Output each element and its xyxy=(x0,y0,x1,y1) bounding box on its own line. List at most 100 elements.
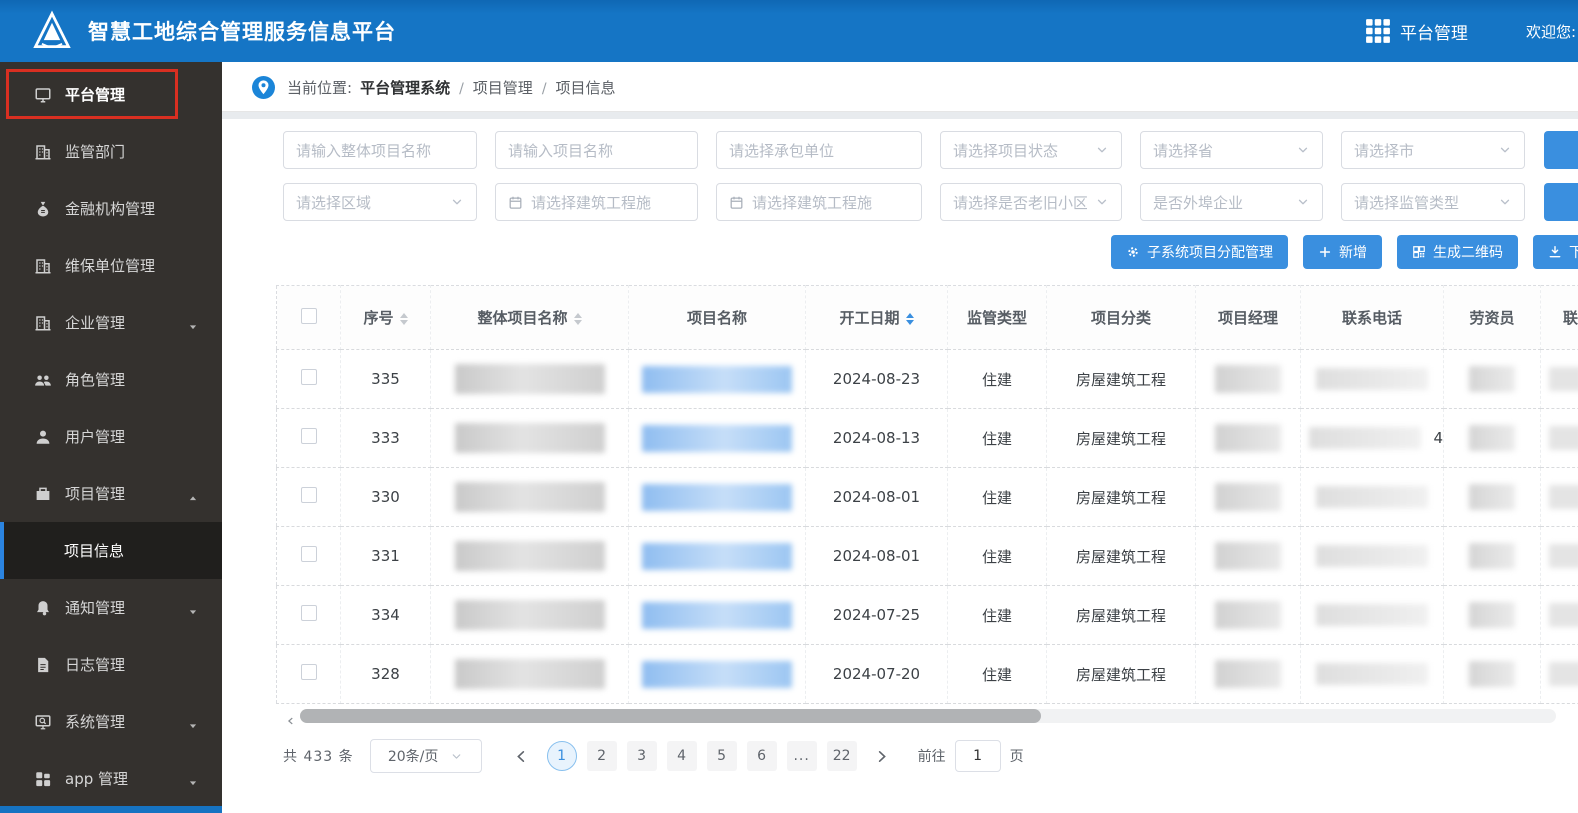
filter-placeholder: 请选择市 xyxy=(1354,141,1415,160)
sidebar-item-label: app 管理 xyxy=(65,770,129,788)
sort-carets-icon[interactable] xyxy=(399,312,408,325)
redacted-project-name-link[interactable] xyxy=(642,365,792,393)
redacted-project-name-link[interactable] xyxy=(642,660,792,688)
filter-overall-project-name[interactable]: 请输入整体项目名称 xyxy=(283,131,477,169)
truncated-cell xyxy=(1540,644,1578,704)
row-select-cell xyxy=(276,467,341,527)
column-label: 联 xyxy=(1562,309,1578,327)
column-header-seq[interactable]: 序号 xyxy=(340,285,431,350)
row-checkbox[interactable] xyxy=(300,369,317,385)
redacted-phone xyxy=(1301,663,1443,685)
pagination-page-2[interactable]: 2 xyxy=(586,741,617,771)
gear-icon xyxy=(1126,245,1140,259)
filter-region[interactable]: 请选择区域 xyxy=(283,183,477,221)
redacted-manager xyxy=(1215,660,1281,688)
filter-construction-date-end[interactable]: 请选择建筑工程施 xyxy=(716,183,922,221)
sidebar-item-financial-org[interactable]: 金融机构管理 xyxy=(0,180,222,237)
scrollbar-left-arrow-icon[interactable] xyxy=(286,711,296,725)
pagination-page-5[interactable]: 5 xyxy=(706,741,737,771)
project-name-cell xyxy=(628,467,806,527)
goto-page-input[interactable] xyxy=(954,740,1001,772)
filter-project-status[interactable]: 请选择项目状态 xyxy=(940,131,1122,169)
filter-old-community[interactable]: 请选择是否老旧小区 xyxy=(940,183,1122,221)
redacted-truncated xyxy=(1549,367,1578,391)
add-button[interactable]: 新增 xyxy=(1303,235,1382,269)
pagination-page-3[interactable]: 3 xyxy=(626,741,657,771)
apps-grid-icon[interactable] xyxy=(1365,18,1391,44)
column-header-start-date[interactable]: 开工日期 xyxy=(805,285,948,350)
top-nav-platform[interactable]: 平台管理 xyxy=(1400,19,1468,44)
row-checkbox[interactable] xyxy=(300,546,317,562)
redacted-overall-name xyxy=(454,600,605,630)
row-checkbox[interactable] xyxy=(300,664,317,680)
sidebar-item-maintenance-unit[interactable]: 维保单位管理 xyxy=(0,237,222,294)
sidebar-item-label: 企业管理 xyxy=(65,314,126,332)
scrollbar-thumb[interactable] xyxy=(300,709,1042,723)
monitor-icon xyxy=(34,86,52,104)
sidebar-subitem-project-info[interactable]: 项目信息 xyxy=(0,522,222,579)
content-panel: 请输入整体项目名称 请输入项目名称 请选择承包单位 请选择项目状态 请选择省 请选择市 请… xyxy=(222,119,1578,813)
download-button[interactable]: 下载 xyxy=(1533,235,1578,269)
page-size-select[interactable]: 20条/页 xyxy=(369,739,482,773)
supervision-type-cell: 住建 xyxy=(947,526,1047,586)
sort-carets-icon[interactable] xyxy=(573,312,582,325)
pagination-page-1[interactable]: 1 xyxy=(546,741,577,771)
sidebar-item-platform[interactable]: 平台管理 xyxy=(0,66,222,123)
welcome-text: 欢迎您: xyxy=(1525,22,1576,41)
row-checkbox[interactable] xyxy=(300,605,317,621)
redacted-project-name-link[interactable] xyxy=(642,424,792,452)
sidebar-item-system[interactable]: 系统管理 xyxy=(0,693,222,750)
horizontal-scrollbar[interactable] xyxy=(286,709,1556,725)
sidebar-item-user[interactable]: 用户管理 xyxy=(0,408,222,465)
sidebar-bottom-strip xyxy=(0,806,222,813)
filter-city[interactable]: 请选择市 xyxy=(1341,131,1525,169)
pagination-next-button[interactable] xyxy=(868,741,896,771)
start-date-cell: 2024-07-20 xyxy=(805,644,948,704)
generate-qrcode-button[interactable]: 生成二维码 xyxy=(1397,235,1518,269)
select-all-checkbox[interactable] xyxy=(300,307,317,324)
redacted-project-name-link[interactable] xyxy=(642,542,792,570)
filter-placeholder: 请选择建筑工程施 xyxy=(752,193,873,212)
search-button-truncated[interactable] xyxy=(1544,131,1578,169)
column-header-select xyxy=(276,285,341,350)
filter-placeholder: 请选择项目状态 xyxy=(953,141,1059,160)
breadcrumb-item-2[interactable]: 项目管理 xyxy=(473,79,533,97)
sidebar-item-role[interactable]: 角色管理 xyxy=(0,351,222,408)
filter-construction-date-start[interactable]: 请选择建筑工程施 xyxy=(495,183,698,221)
breadcrumb-item-1[interactable]: 平台管理系统 xyxy=(360,79,450,97)
filter-external-enterprise[interactable]: 是否外埠企业 xyxy=(1140,183,1323,221)
sidebar-item-project[interactable]: 项目管理 xyxy=(0,465,222,522)
pagination-page-22[interactable]: 22 xyxy=(826,741,857,771)
subsystem-assign-button[interactable]: 子系统项目分配管理 xyxy=(1111,235,1288,269)
total-count: 共 433 条 xyxy=(283,749,354,765)
sidebar-item-log[interactable]: 日志管理 xyxy=(0,636,222,693)
column-header-overall-name[interactable]: 整体项目名称 xyxy=(430,285,629,350)
truncated-cell xyxy=(1540,467,1578,527)
pagination-page-6[interactable]: 6 xyxy=(746,741,777,771)
sidebar-item-app[interactable]: app 管理 xyxy=(0,750,222,807)
filter-supervision-type[interactable]: 请选择监管类型 xyxy=(1341,183,1525,221)
search-button-truncated[interactable] xyxy=(1544,183,1578,221)
breadcrumb-item-3[interactable]: 项目信息 xyxy=(556,79,616,97)
filter-contractor[interactable]: 请选择承包单位 xyxy=(716,131,922,169)
redacted-project-name-link[interactable] xyxy=(642,601,792,629)
team-icon xyxy=(34,371,52,389)
start-date-cell: 2024-08-01 xyxy=(805,526,948,586)
sidebar-item-notice[interactable]: 通知管理 xyxy=(0,579,222,636)
scrollbar-track[interactable] xyxy=(300,709,1556,723)
row-checkbox[interactable] xyxy=(300,487,317,503)
row-checkbox[interactable] xyxy=(300,428,317,444)
filter-project-name[interactable]: 请输入项目名称 xyxy=(495,131,698,169)
pagination-prev-button[interactable] xyxy=(508,741,536,771)
column-label: 项目分类 xyxy=(1090,309,1151,327)
filter-province[interactable]: 请选择省 xyxy=(1140,131,1323,169)
main-area: 当前位置: 平台管理系统 / 项目管理 / 项目信息 请输入整体项目名称 请输入项目名称请… xyxy=(222,62,1578,813)
sidebar-item-enterprise[interactable]: 企业管理 xyxy=(0,294,222,351)
redacted-project-name-link[interactable] xyxy=(642,483,792,511)
project-name-cell xyxy=(628,526,806,586)
sidebar-item-regulatory-dept[interactable]: 监管部门 xyxy=(0,123,222,180)
pagination-page-4[interactable]: 4 xyxy=(666,741,697,771)
sort-carets-icon[interactable] xyxy=(905,312,914,325)
log-icon xyxy=(34,656,52,674)
action-label: 新增 xyxy=(1339,245,1367,261)
